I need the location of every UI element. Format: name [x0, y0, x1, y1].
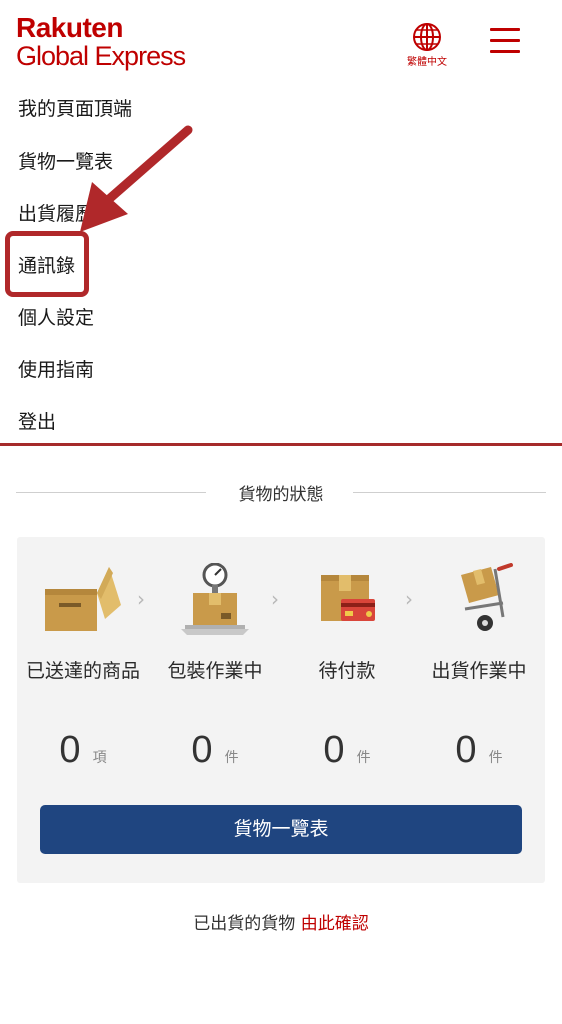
language-switcher[interactable]: 繁體中文 [403, 22, 451, 68]
nav-divider [0, 443, 562, 446]
nav-item-personal-settings[interactable]: 個人設定 [18, 303, 94, 330]
globe-icon [413, 23, 441, 51]
count-unit: 件 [356, 750, 371, 766]
shipped-goods-text: 已出貨的貨物 [193, 914, 296, 934]
step-count: 0項 [17, 729, 149, 772]
count-unit: 項 [92, 750, 107, 766]
status-title: 貨物的狀態 [238, 485, 324, 505]
step-label: 出貨作業中 [431, 660, 527, 682]
count-unit: 件 [224, 750, 239, 766]
box-credit-card-icon [321, 575, 375, 621]
confirm-here-link[interactable]: 由此確認 [301, 914, 369, 934]
step-label: 包裝作業中 [167, 660, 263, 682]
nav-item-logout[interactable]: 登出 [18, 407, 56, 434]
status-step-shipping[interactable]: 出貨作業中 0件 [413, 537, 545, 777]
shipped-goods-note: 已出貨的貨物 由此確認 [0, 909, 562, 934]
count-value: 0 [323, 729, 345, 771]
annotation-arrow-icon [80, 125, 193, 232]
language-label: 繁體中文 [407, 57, 447, 68]
shipment-list-button[interactable]: 貨物一覽表 [40, 805, 522, 854]
chevron-right-icon: › [271, 587, 279, 611]
step-count: 0件 [413, 729, 545, 772]
hamburger-menu-icon[interactable] [490, 28, 522, 54]
step-label: 待付款 [318, 660, 376, 682]
count-unit: 件 [488, 750, 503, 766]
chevron-right-icon: › [137, 587, 145, 611]
weighing-scale-box-icon [181, 563, 249, 635]
count-value: 0 [59, 729, 81, 771]
hand-truck-box-icon [461, 563, 513, 631]
status-heading: 貨物的狀態 [16, 480, 546, 506]
status-card: 已送達的商品 0項 › 包裝作業中 0件 › 待付款 0 件 › 出貨作業中 0… [17, 537, 545, 883]
count-value: 0 [455, 729, 477, 771]
chevron-right-icon: › [405, 587, 413, 611]
status-step-awaiting-payment[interactable]: 待付款 0件 [281, 537, 413, 777]
step-count: 0件 [281, 729, 413, 772]
count-value: 0 [191, 729, 213, 771]
step-count: 0件 [149, 729, 281, 772]
status-step-packing[interactable]: 包裝作業中 0件 [149, 537, 281, 777]
nav-item-user-guide[interactable]: 使用指南 [18, 355, 94, 382]
step-label: 已送達的商品 [25, 660, 140, 682]
highlight-box [5, 231, 89, 297]
status-step-delivered[interactable]: 已送達的商品 0項 [17, 537, 149, 777]
open-box-icon [45, 567, 121, 631]
